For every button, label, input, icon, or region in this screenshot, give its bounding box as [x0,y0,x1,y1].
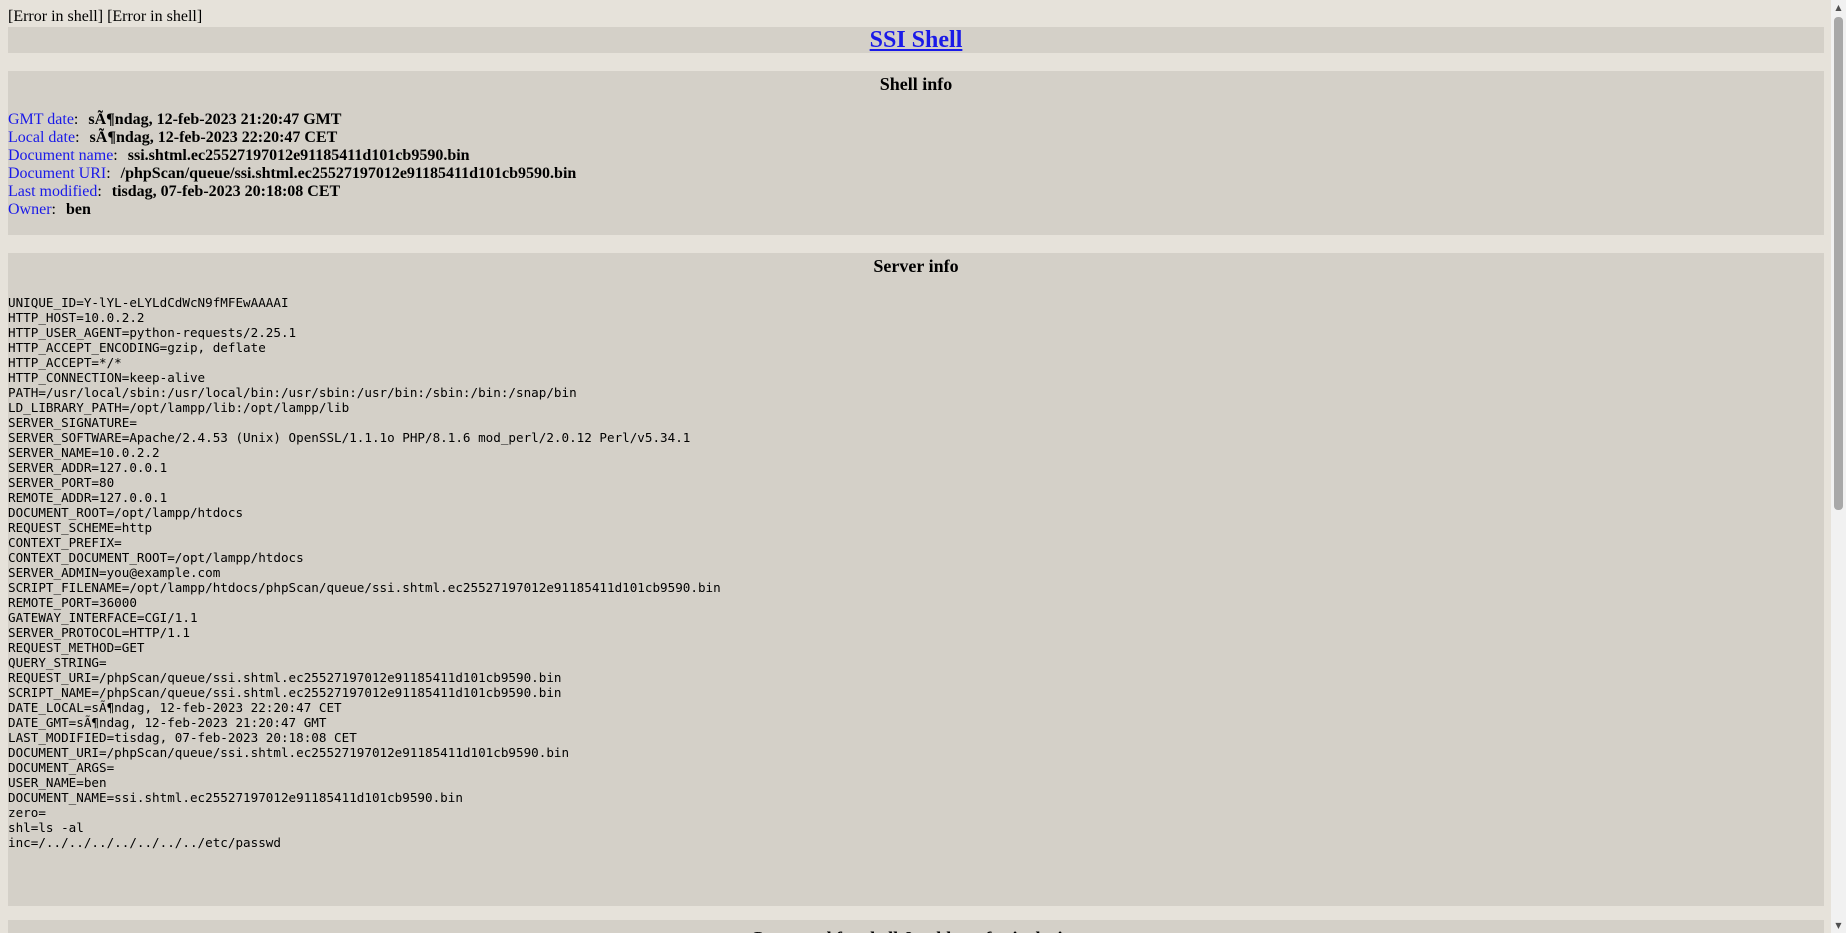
page: [Error in shell] [Error in shell] SSI Sh… [8,8,1824,933]
shell-info-row: Last modified: tisdag, 07-feb-2023 20:18:… [8,183,1824,201]
shell-info-label: Owner [8,201,52,218]
shell-info-value: sÃ¶ndag, 12-feb-2023 21:20:47 GMT [88,111,342,128]
env-line: LD_LIBRARY_PATH=/opt/lampp/lib:/opt/lamp… [8,400,350,415]
label-colon: : [113,147,118,164]
env-line: REQUEST_METHOD=GET [8,640,145,655]
env-line: REQUEST_SCHEME=http [8,520,153,535]
env-line: HTTP_ACCEPT=*/* [8,355,122,370]
shell-info-panel: Shell info GMT date: sÃ¶ndag, 12-feb-2023… [8,71,1824,235]
env-line: DOCUMENT_ARGS= [8,760,115,775]
server-info-panel: Server info UNIQUE_ID=Y-lYL-eLYLdCdWcN9f… [8,253,1824,906]
env-line: CONTEXT_DOCUMENT_ROOT=/opt/lampp/htdocs [8,550,304,565]
label-colon: : [97,183,102,200]
label-colon: : [51,201,56,218]
env-line: SERVER_PORT=80 [8,475,115,490]
shell-info-row: Owner: ben [8,201,1824,219]
env-line: SERVER_ADDR=127.0.0.1 [8,460,168,475]
command-heading: Command for shell & address for inclusio… [8,920,1824,933]
error-message: [Error in shell] [Error in shell] [8,8,203,25]
env-line: HTTP_HOST=10.0.2.2 [8,310,145,325]
env-line: DOCUMENT_ROOT=/opt/lampp/htdocs [8,505,244,520]
shell-info-label: Document URI [8,165,107,182]
shell-info-label: Document name [8,147,114,164]
shell-info-row: Local date: sÃ¶ndag, 12-feb-2023 22:20:47… [8,129,1824,147]
env-line: LAST_MODIFIED=tisdag, 07-feb-2023 20:18:… [8,730,357,745]
server-info-heading: Server info [873,256,959,276]
env-line: SCRIPT_FILENAME=/opt/lampp/htdocs/phpSca… [8,580,721,595]
env-line: REQUEST_URI=/phpScan/queue/ssi.shtml.ec2… [8,670,562,685]
shell-info-value: ben [66,201,91,218]
shell-info-row: GMT date: sÃ¶ndag, 12-feb-2023 21:20:47 G… [8,111,1824,129]
env-line: HTTP_ACCEPT_ENCODING=gzip, deflate [8,340,266,355]
env-line: DATE_LOCAL=sÃ¶ndag, 12-feb-2023 22:20:47… [8,700,342,715]
env-line: DOCUMENT_NAME=ssi.shtml.ec25527197012e91… [8,790,463,805]
env-line: DOCUMENT_URI=/phpScan/queue/ssi.shtml.ec… [8,745,570,760]
scroll-up-arrow-icon[interactable]: ▲ [1831,0,1846,15]
env-line: SERVER_NAME=10.0.2.2 [8,445,160,460]
shell-info-row: Document name: ssi.shtml.ec25527197012e91… [8,147,1824,165]
env-line: DATE_GMT=sÃ¶ndag, 12-feb-2023 21:20:47 G… [8,715,327,730]
env-line: GATEWAY_INTERFACE=CGI/1.1 [8,610,198,625]
command-panel: Command for shell & address for inclusio… [8,920,1824,933]
env-line: SERVER_PROTOCOL=HTTP/1.1 [8,625,190,640]
env-line: QUERY_STRING= [8,655,107,670]
env-line: SERVER_ADMIN=you@example.com [8,565,221,580]
env-line: CONTEXT_PREFIX= [8,535,122,550]
env-line: SCRIPT_NAME=/phpScan/queue/ssi.shtml.ec2… [8,685,562,700]
title-bar: SSI Shell [8,27,1824,53]
shell-info-label: Local date [8,129,76,146]
env-line: UNIQUE_ID=Y-lYL-eLYLdCdWcN9fMFEwAAAAI [8,295,289,310]
env-line: SERVER_SIGNATURE= [8,415,137,430]
label-colon: : [75,129,80,146]
env-line: zero= [8,805,46,820]
shell-info-value: /phpScan/queue/ssi.shtml.ec25527197012e9… [120,165,577,182]
env-line: inc=/../../../../../../../etc/passwd [8,835,281,850]
shell-info-label: GMT date [8,111,74,128]
env-line: PATH=/usr/local/sbin:/usr/local/bin:/usr… [8,385,577,400]
env-line: USER_NAME=ben [8,775,107,790]
server-env-list: UNIQUE_ID=Y-lYL-eLYLdCdWcN9fMFEwAAAAI HTT… [8,295,1824,850]
shell-info-row: Document URI: /phpScan/queue/ssi.shtml.ec… [8,165,1824,183]
label-colon: : [73,111,79,128]
label-colon: : [106,165,111,182]
shell-info-value: tisdag, 07-feb-2023 20:18:08 CET [111,183,341,200]
shell-info-list: GMT date: sÃ¶ndag, 12-feb-2023 21:20:47 G… [8,111,1824,219]
vertical-scrollbar[interactable]: ▲ ▼ [1831,0,1846,933]
page-title-link[interactable]: SSI Shell [870,27,963,53]
shell-info-label: Last modified [8,183,98,200]
shell-info-value: ssi.shtml.ec25527197012e91185411d101cb95… [127,147,470,164]
scroll-down-arrow-icon[interactable]: ▼ [1831,918,1846,933]
shell-info-value: sÃ¶ndag, 12-feb-2023 22:20:47 CET [89,129,338,146]
env-line: REMOTE_PORT=36000 [8,595,137,610]
env-line: HTTP_USER_AGENT=python-requests/2.25.1 [8,325,297,340]
env-line: REMOTE_ADDR=127.0.0.1 [8,490,168,505]
env-line: shl=ls -al [8,820,84,835]
env-line: SERVER_SOFTWARE=Apache/2.4.53 (Unix) Ope… [8,430,691,445]
env-line: HTTP_CONNECTION=keep-alive [8,370,206,385]
shell-info-heading: Shell info [879,74,953,94]
scrollbar-thumb[interactable] [1834,17,1843,510]
